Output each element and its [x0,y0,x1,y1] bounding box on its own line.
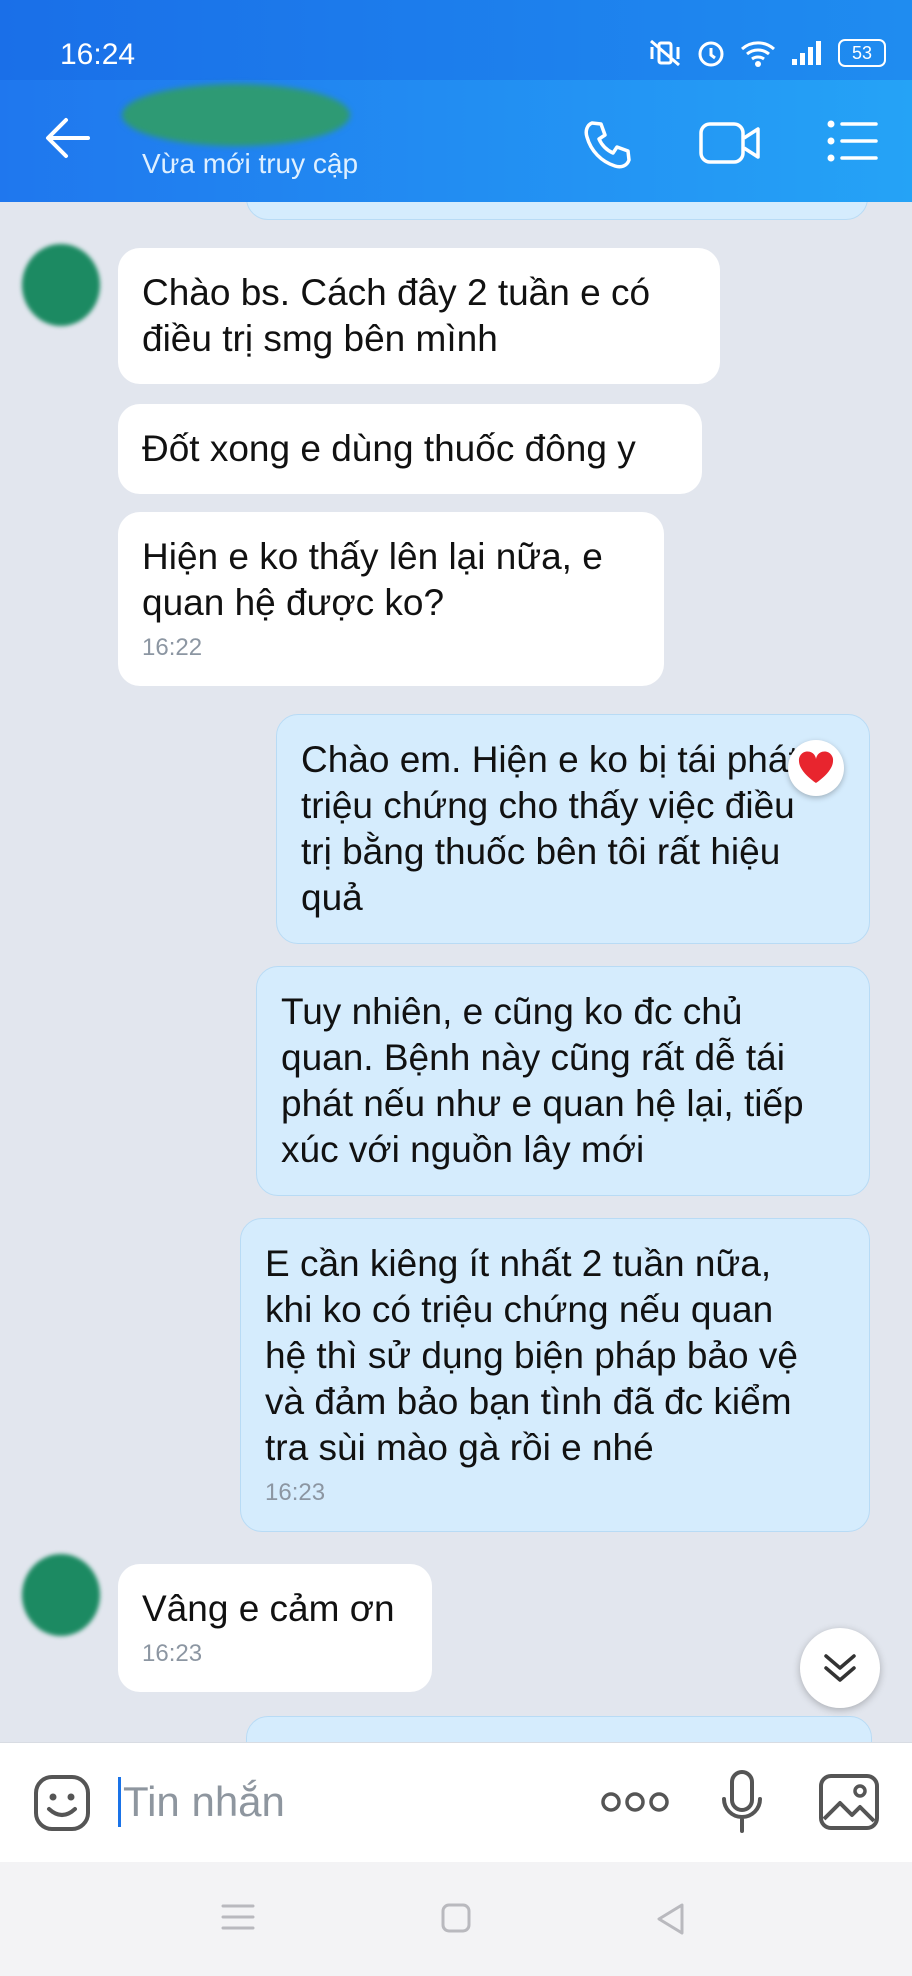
menu-icon[interactable] [826,118,878,164]
message-text: Chào em. Hiện e ko bị tái phát triệu chứ… [301,739,799,918]
chat-header: Vừa mới truy cập [0,80,912,202]
vibrate-mute-icon [650,39,680,67]
avatar[interactable] [22,1554,100,1636]
video-call-icon[interactable] [698,118,762,168]
recent-apps-icon[interactable] [220,1902,256,1932]
battery-icon: 53 [838,39,886,67]
next-message-partial [246,1716,872,1742]
system-navigation-bar [0,1862,912,1976]
status-time: 16:24 [60,38,136,71]
message-bubble-outgoing[interactable]: Tuy nhiên, e cũng ko đc chủ quan. Bệnh n… [256,966,870,1196]
status-icons: 53 [648,38,886,68]
message-input-placeholder: Tin nhắn [123,1778,285,1825]
contact-name-redacted[interactable] [122,84,350,146]
alarm-icon [698,41,724,67]
message-composer: Tin nhắn [0,1742,912,1863]
scroll-down-button[interactable] [800,1628,880,1708]
contact-status: Vừa mới truy cập [142,148,359,179]
message-text: Tuy nhiên, e cũng ko đc chủ quan. Bệnh n… [281,991,804,1170]
signal-icon [792,41,821,65]
message-bubble-outgoing[interactable]: E cần kiêng ít nhất 2 tuần nữa, khi ko c… [240,1218,870,1532]
emoji-icon[interactable] [32,1773,92,1833]
wifi-icon [741,41,775,67]
phone-icon[interactable] [580,118,634,172]
message-text: Đốt xong e dùng thuốc đông y [142,428,636,469]
message-text: Vâng e cảm ơn [142,1588,395,1629]
message-text: Hiện e ko thấy lên lại nữa, e quan hệ đư… [142,536,603,623]
heart-reaction-icon[interactable] [788,740,844,796]
message-time: 16:22 [142,634,203,661]
message-bubble-incoming[interactable]: Hiện e ko thấy lên lại nữa, e quan hệ đư… [118,512,664,686]
message-bubble-outgoing[interactable]: Chào em. Hiện e ko bị tái phát triệu chứ… [276,714,870,944]
back-icon[interactable] [654,1902,686,1936]
message-bubble-incoming[interactable]: Chào bs. Cách đây 2 tuần e có điều trị s… [118,248,720,384]
message-time: 16:23 [265,1479,326,1506]
previous-message-partial [246,202,868,220]
message-bubble-incoming[interactable]: Vâng e cảm ơn 16:23 [118,1564,432,1692]
message-list[interactable]: Chào bs. Cách đây 2 tuần e có điều trị s… [0,202,912,1742]
message-bubble-incoming[interactable]: Đốt xong e dùng thuốc đông y [118,404,702,494]
avatar[interactable] [22,244,100,326]
more-icon[interactable] [600,1789,670,1815]
message-text: Chào bs. Cách đây 2 tuần e có điều trị s… [142,272,651,359]
text-caret [118,1777,121,1827]
message-input[interactable]: Tin nhắn [118,1771,285,1833]
back-arrow-icon[interactable] [44,116,92,160]
scroll-down-icon [824,1654,856,1682]
message-time: 16:23 [142,1640,203,1667]
image-icon[interactable] [818,1773,880,1831]
home-icon[interactable] [440,1902,472,1934]
status-bar: 16:24 53 [0,0,912,80]
mic-icon[interactable] [720,1769,764,1835]
message-text: E cần kiêng ít nhất 2 tuần nữa, khi ko c… [265,1243,798,1468]
